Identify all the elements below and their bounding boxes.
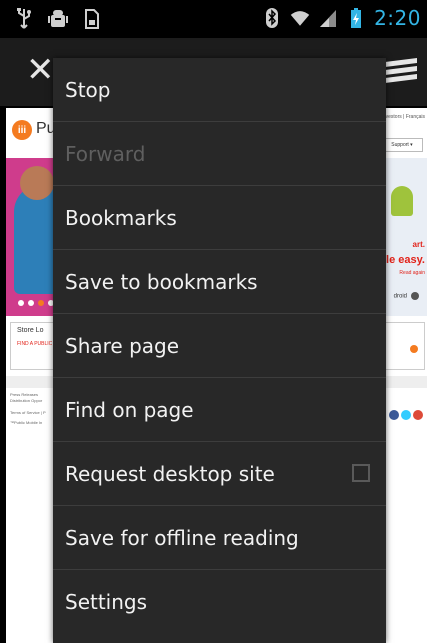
carousel-dot[interactable] — [18, 300, 24, 306]
carousel-dots[interactable] — [18, 300, 54, 306]
site-support-dropdown[interactable]: Support ▾ — [381, 138, 423, 152]
site-footer: Press Releases Distribution Oppor Terms … — [10, 392, 46, 426]
menu-item-label: Save to bookmarks — [65, 269, 258, 294]
menu-item-stop[interactable]: Stop — [53, 58, 386, 122]
android-debug-icon — [48, 8, 68, 30]
arrow-circle-icon — [411, 292, 419, 300]
store-arrow-icon[interactable] — [410, 345, 418, 353]
menu-item-label: Share page — [65, 333, 180, 358]
carousel-dot-active[interactable] — [38, 300, 44, 306]
battery-icon — [346, 7, 366, 29]
site-logo-icon: iii — [12, 120, 32, 140]
store-locator-title: Store Lo — [17, 327, 44, 334]
desktop-site-checkbox[interactable] — [352, 464, 370, 482]
menu-item-save-offline[interactable]: Save for offline reading — [53, 506, 386, 570]
person-head — [20, 166, 54, 200]
twitter-icon[interactable] — [401, 410, 411, 420]
menu-item-forward: Forward — [53, 122, 386, 186]
tabs-stack-icon[interactable] — [383, 56, 419, 84]
menu-item-request-desktop-site[interactable]: Request desktop site — [53, 442, 386, 506]
status-bar: 2:20 — [0, 0, 427, 38]
footer-text: ™Public Mobile In — [10, 420, 43, 425]
menu-item-find-on-page[interactable]: Find on page — [53, 378, 386, 442]
usb-icon — [14, 8, 34, 30]
status-time: 2:20 — [374, 6, 421, 30]
signal-icon — [318, 7, 338, 29]
promo-line-2: le easy. — [386, 254, 425, 266]
promo-line-1: art. — [412, 240, 425, 249]
bluetooth-icon — [262, 7, 282, 29]
menu-item-label: Request desktop site — [65, 461, 275, 486]
menu-item-label: Find on page — [65, 397, 194, 422]
menu-item-label: Settings — [65, 590, 148, 614]
store-locator-sub: FIND A PUBLIC — [17, 341, 53, 347]
android-logo-icon — [391, 186, 413, 216]
promo-link[interactable]: Read again — [399, 270, 425, 276]
menu-item-share-page[interactable]: Share page — [53, 314, 386, 378]
site-top-links[interactable]: Investors | Français — [381, 114, 425, 120]
menu-item-label: Bookmarks — [65, 205, 177, 230]
footer-link[interactable]: Distribution Oppor — [10, 398, 46, 404]
menu-item-save-to-bookmarks[interactable]: Save to bookmarks — [53, 250, 386, 314]
menu-item-bookmarks[interactable]: Bookmarks — [53, 186, 386, 250]
storage-icon — [82, 8, 102, 30]
wifi-icon — [290, 7, 310, 29]
facebook-icon[interactable] — [389, 410, 399, 420]
person-figure — [14, 184, 54, 294]
hero-image — [6, 158, 54, 316]
social-icons — [389, 410, 423, 420]
android-promo[interactable]: droid — [394, 292, 419, 300]
android-promo-label: droid — [393, 293, 407, 300]
close-icon[interactable]: ✕ — [26, 52, 55, 88]
menu-item-label: Save for offline reading — [65, 525, 299, 550]
menu-item-label: Forward — [65, 141, 146, 166]
status-right-icons: 2:20 — [262, 6, 421, 30]
menu-item-label: Stop — [65, 77, 111, 102]
footer-link[interactable]: Terms of Service | P — [10, 410, 46, 416]
carousel-dot[interactable] — [28, 300, 34, 306]
menu-item-settings[interactable]: Settings — [53, 570, 386, 634]
status-left-icons — [14, 8, 102, 30]
google-plus-icon[interactable] — [413, 410, 423, 420]
browser-overflow-menu: Stop Forward Bookmarks Save to bookmarks… — [53, 58, 386, 643]
